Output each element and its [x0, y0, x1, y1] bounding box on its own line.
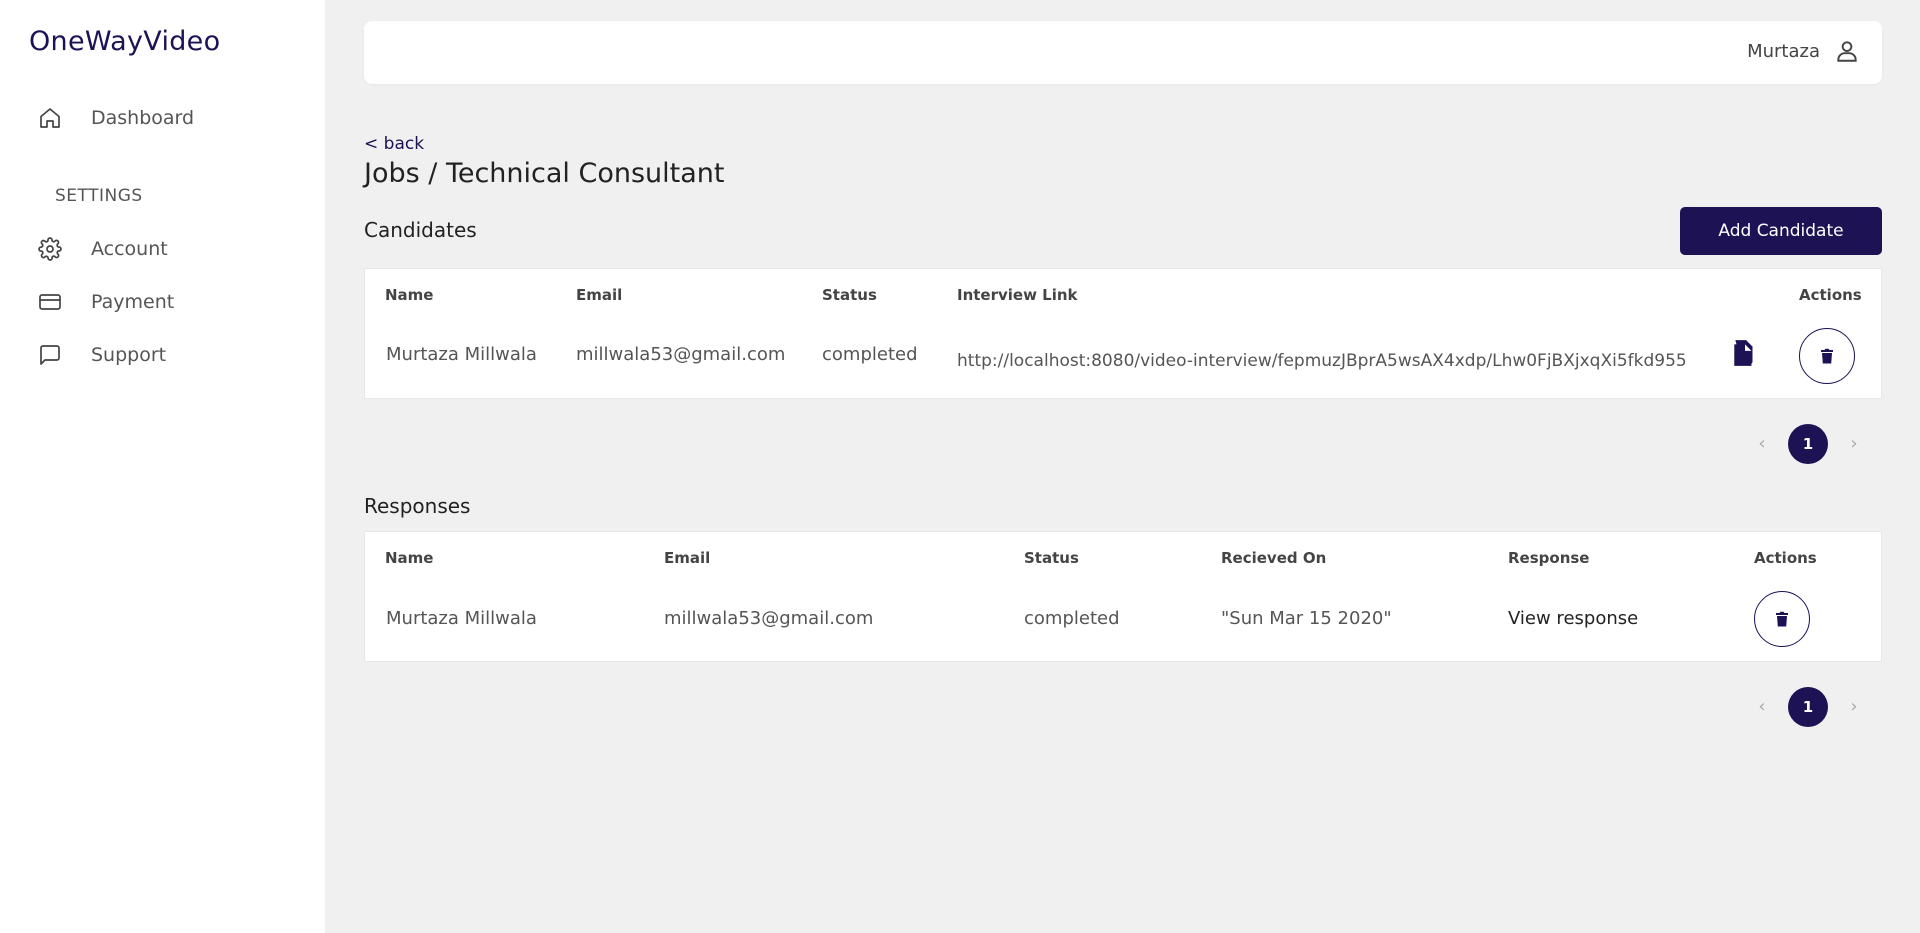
responses-page-1[interactable]: 1: [1788, 687, 1828, 727]
brand-logo[interactable]: OneWayVideo: [29, 26, 220, 57]
top-bar: Murtaza: [364, 21, 1882, 84]
column-header-received-on: Recieved On: [1221, 549, 1327, 567]
user-menu[interactable]: Murtaza: [1747, 38, 1860, 64]
candidates-prev-page[interactable]: ‹: [1752, 433, 1772, 454]
column-header-email: Email: [664, 549, 711, 567]
candidates-page-1[interactable]: 1: [1788, 424, 1828, 464]
responses-prev-page[interactable]: ‹: [1752, 696, 1772, 717]
column-header-name: Name: [385, 286, 434, 304]
copy-icon[interactable]: [1732, 338, 1758, 368]
column-header-email: Email: [576, 286, 623, 304]
response-status: completed: [1024, 608, 1120, 629]
page-title: Jobs / Technical Consultant: [364, 158, 725, 189]
candidate-name: Murtaza Millwala: [386, 344, 537, 365]
column-header-status: Status: [1024, 549, 1079, 567]
sidebar-item-support[interactable]: Support: [37, 342, 166, 368]
settings-heading: SETTINGS: [55, 186, 143, 206]
response-received-on: "Sun Mar 15 2020": [1221, 608, 1392, 629]
delete-response-button[interactable]: [1754, 591, 1810, 647]
back-link[interactable]: < back: [364, 134, 424, 154]
column-header-actions: Actions: [1754, 549, 1817, 567]
column-header-response: Response: [1508, 549, 1590, 567]
sidebar-item-account[interactable]: Account: [37, 236, 168, 262]
trash-icon: [1821, 348, 1833, 364]
column-header-status: Status: [822, 286, 877, 304]
sidebar-item-label: Support: [91, 344, 167, 366]
candidate-email: millwala53@gmail.com: [576, 344, 786, 365]
column-header-name: Name: [385, 549, 434, 567]
sidebar-item-label: Account: [91, 238, 168, 260]
response-email: millwala53@gmail.com: [664, 608, 874, 629]
message-square-icon: [37, 342, 63, 368]
user-icon: [1834, 38, 1860, 64]
candidates-title: Candidates: [364, 218, 477, 242]
credit-card-icon: [37, 289, 63, 315]
sidebar-item-payment[interactable]: Payment: [37, 289, 174, 315]
candidates-next-page[interactable]: ›: [1844, 433, 1864, 454]
trash-icon: [1776, 611, 1788, 627]
candidates-table: Name Email Status Interview Link Actions…: [364, 268, 1882, 399]
sidebar: OneWayVideo Dashboard SETTINGS Account P…: [0, 0, 325, 933]
add-candidate-button[interactable]: Add Candidate: [1680, 207, 1882, 255]
sidebar-item-dashboard[interactable]: Dashboard: [37, 105, 194, 131]
candidate-status: completed: [822, 344, 918, 365]
responses-next-page[interactable]: ›: [1844, 696, 1864, 717]
sidebar-item-label: Payment: [91, 291, 175, 313]
gear-icon: [37, 236, 63, 262]
delete-candidate-button[interactable]: [1799, 328, 1855, 384]
sidebar-item-label: Dashboard: [91, 107, 195, 129]
column-header-actions: Actions: [1799, 286, 1862, 304]
response-name: Murtaza Millwala: [386, 608, 537, 629]
user-name: Murtaza: [1747, 40, 1820, 62]
responses-title: Responses: [364, 494, 471, 518]
view-response-link[interactable]: View response: [1508, 608, 1638, 629]
column-header-interview-link: Interview Link: [957, 286, 1078, 304]
home-icon: [37, 105, 63, 131]
responses-table: Name Email Status Recieved On Response A…: [364, 531, 1882, 662]
interview-link[interactable]: http://localhost:8080/video-interview/fe…: [957, 351, 1687, 371]
